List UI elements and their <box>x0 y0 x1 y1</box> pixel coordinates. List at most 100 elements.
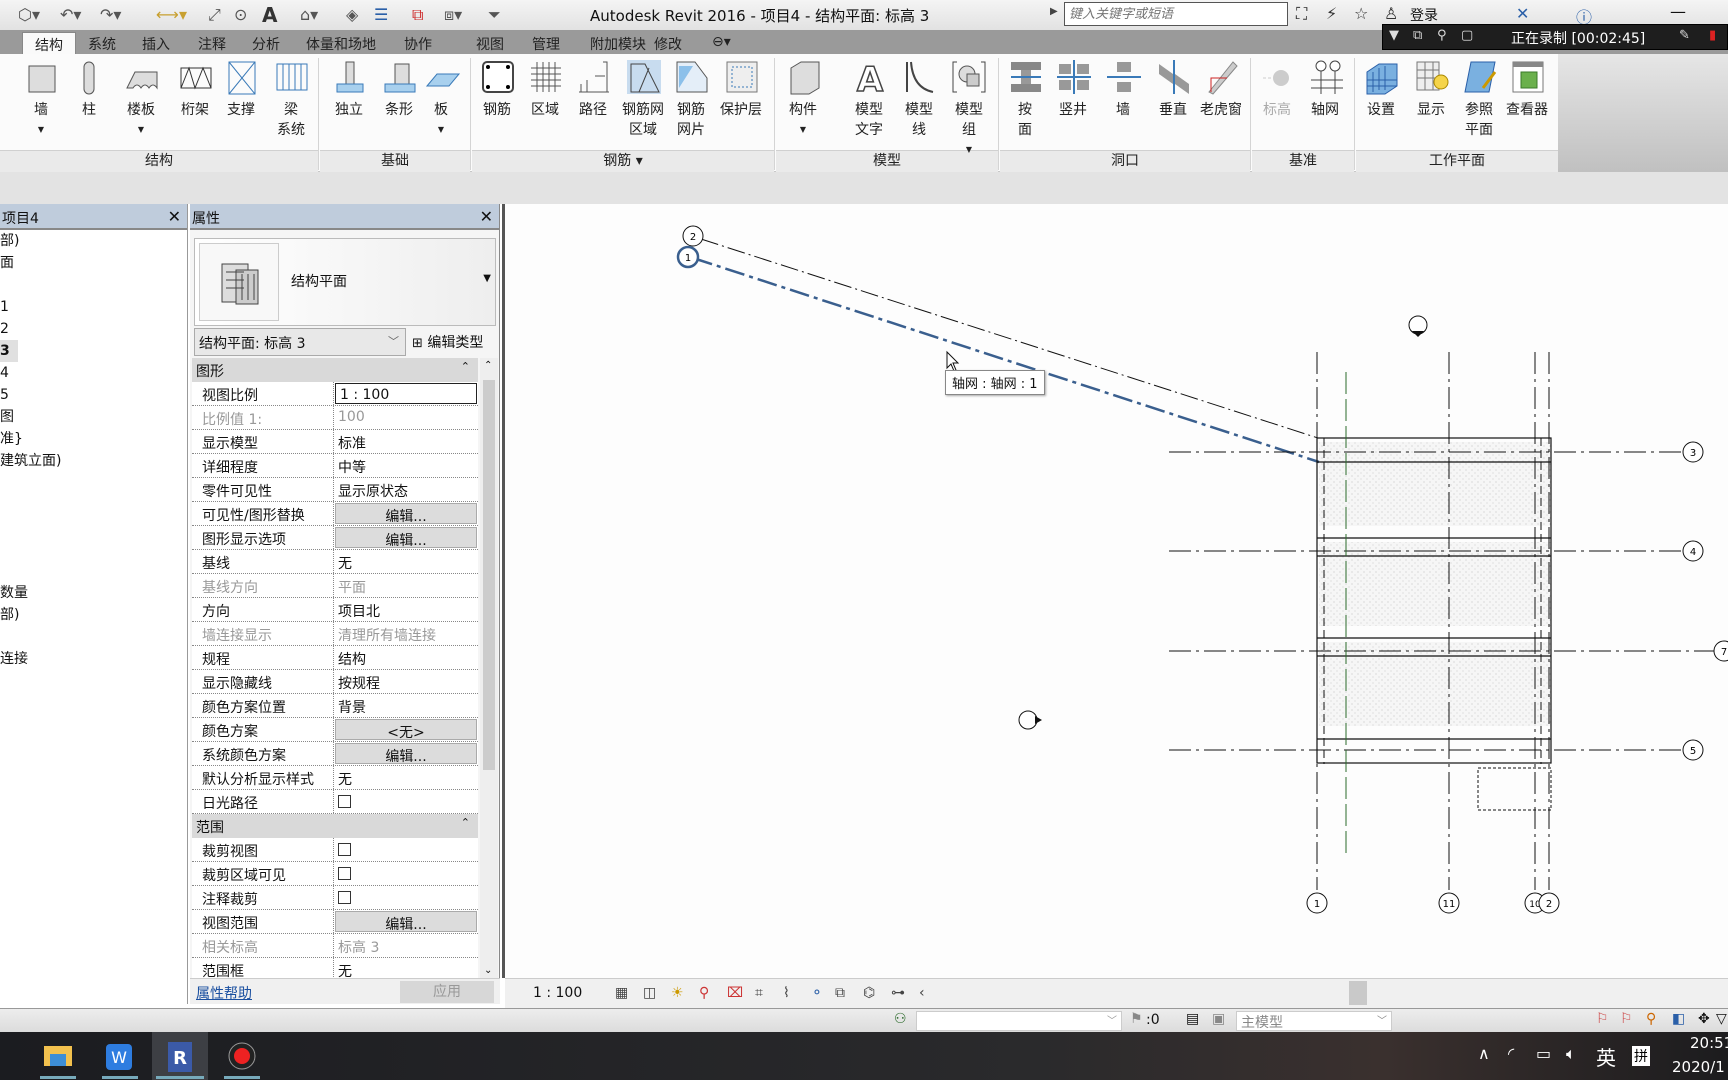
search-expand-icon[interactable]: ▶ <box>1050 6 1058 17</box>
close-icon[interactable]: ✕ <box>168 207 181 226</box>
tab-3[interactable]: 注释 <box>186 32 238 54</box>
temp-hide-icon[interactable]: ⌇ <box>783 985 790 1001</box>
edit-type-button[interactable]: ⊞ 编辑类型 <box>410 328 498 356</box>
ribbon-button-3-0[interactable]: 构件 ▼ <box>780 56 826 140</box>
checkbox[interactable] <box>338 890 351 904</box>
subscription-icon[interactable]: ⚡ <box>1326 4 1337 23</box>
property-edit-button[interactable]: 编辑... <box>335 911 477 932</box>
checkbox[interactable] <box>338 794 351 808</box>
ribbon-panel-label[interactable]: 基准 <box>1252 150 1354 172</box>
dropdown-arrow-icon[interactable]: ▼ <box>18 120 64 140</box>
login-button[interactable]: 登录 <box>1410 5 1438 25</box>
ribbon-button-3-3[interactable]: 模型组 ▼ <box>946 56 992 160</box>
apply-button[interactable]: 应用 <box>400 981 494 1003</box>
dropdown-arrow-icon[interactable]: ▼ <box>780 120 826 140</box>
detail-level-icon[interactable]: ▦ <box>615 985 628 1001</box>
ribbon-button-0-3[interactable]: 桁架 <box>172 56 218 120</box>
scroll-down-icon[interactable]: ⌄ <box>484 965 492 976</box>
browser-tree-item[interactable]: 5 <box>0 384 187 406</box>
type-selector[interactable]: 结构平面 ▼ <box>194 238 496 326</box>
property-value[interactable] <box>334 838 478 861</box>
reveal-hidden-icon[interactable]: ⚬ <box>811 985 823 1001</box>
taskbar-revit[interactable]: R <box>152 1032 208 1080</box>
property-value[interactable]: 中等 <box>334 454 478 477</box>
section-icon[interactable]: ◈ <box>346 4 358 26</box>
browser-tree-item[interactable]: 数量 <box>0 582 187 604</box>
redo-icon[interactable]: ↷▾ <box>100 4 121 26</box>
browser-tree-item[interactable]: 4 <box>0 362 187 384</box>
ribbon-panel-label[interactable]: 工作平面 <box>1356 150 1558 172</box>
horizontal-scrollbar-thumb[interactable] <box>1349 981 1367 1005</box>
select-face-icon[interactable]: ◧ <box>1672 1011 1685 1027</box>
wifi-icon[interactable]: ◜ <box>1508 1044 1514 1063</box>
properties-scrollbar[interactable]: ⌃ ⌄ <box>480 358 498 978</box>
browser-tree-item[interactable]: 部) <box>0 604 187 626</box>
properties-help-link[interactable]: 属性帮助 <box>196 983 252 1003</box>
select-underlay-icon[interactable]: ⚐ <box>1620 1011 1633 1027</box>
visual-style-icon[interactable]: ◫ <box>643 985 656 1001</box>
tab-5[interactable]: 体量和场地 <box>294 32 388 54</box>
drag-elements-icon[interactable]: ✥ <box>1698 1011 1710 1027</box>
dropdown-arrow-icon[interactable]: ▼ <box>118 120 164 140</box>
ribbon-button-1-0[interactable]: 独立 <box>326 56 372 120</box>
ribbon-button-0-0[interactable]: 墙 ▼ <box>18 56 64 140</box>
region-icon[interactable]: ▢ <box>1461 28 1473 43</box>
select-links-icon[interactable]: ⚐ <box>1596 1011 1609 1027</box>
switch-windows-icon[interactable]: ⧈▾ <box>444 4 462 26</box>
temp-view-icon[interactable]: ⧉ <box>835 985 845 1001</box>
show-crop-icon[interactable]: ⌗ <box>755 985 763 1001</box>
zoom-icon[interactable]: ⚲ <box>1437 28 1447 43</box>
ribbon-button-4-1[interactable]: 竖井 <box>1050 56 1096 120</box>
clock-time[interactable]: 20:51 <box>1690 1034 1728 1052</box>
ribbon-button-2-2[interactable]: 路径 <box>570 56 616 120</box>
filter-funnel-icon[interactable]: ▽ <box>1716 1011 1727 1027</box>
battery-icon[interactable]: ▭ <box>1536 1044 1551 1063</box>
property-edit-button[interactable]: <无> <box>335 719 477 740</box>
ribbon-button-2-1[interactable]: 区域 <box>522 56 568 120</box>
property-value[interactable]: 项目北 <box>334 598 478 621</box>
browser-tree-item[interactable] <box>0 516 187 538</box>
editable-icon[interactable]: ▣ <box>1212 1011 1225 1027</box>
property-edit-button[interactable]: 编辑... <box>335 527 477 548</box>
browser-tree-item[interactable] <box>0 538 187 560</box>
browser-tree-item[interactable] <box>0 626 187 648</box>
property-value[interactable]: 结构 <box>334 646 478 669</box>
pen-icon[interactable]: ✎ <box>1679 28 1690 43</box>
view-scale[interactable]: 1 : 100 <box>533 985 582 1001</box>
browser-tree-item[interactable]: 准} <box>0 428 187 450</box>
property-value[interactable]: 按规程 <box>334 670 478 693</box>
minimize-button[interactable]: — <box>1670 2 1686 21</box>
ribbon-button-6-3[interactable]: 查看器 <box>1504 56 1550 120</box>
window-icon[interactable]: ⧉ <box>1413 28 1422 43</box>
measure-icon[interactable]: ⟷▾ <box>156 4 187 26</box>
tab-6[interactable]: 协作 <box>392 32 444 54</box>
browser-tree-item[interactable]: 2 <box>0 318 187 340</box>
ribbon-button-1-2[interactable]: 板 ▼ <box>418 56 464 140</box>
volume-icon[interactable]: 🔈︎ <box>1566 1044 1576 1064</box>
property-value[interactable]: 标准 <box>334 430 478 453</box>
taskbar-wps[interactable]: W <box>92 1032 148 1080</box>
ribbon-button-0-4[interactable]: 支撑 <box>218 56 264 120</box>
property-value[interactable]: 显示原状态 <box>334 478 478 501</box>
clock-date[interactable]: 2020/1 <box>1672 1058 1725 1076</box>
property-value[interactable] <box>334 886 478 909</box>
ribbon-button-6-1[interactable]: 显示 <box>1408 56 1454 120</box>
ribbon-button-4-3[interactable]: 垂直 <box>1150 56 1196 120</box>
dropdown-icon[interactable]: ▼ <box>1389 28 1399 43</box>
checkbox[interactable] <box>338 866 351 880</box>
workset-dropdown[interactable]: ﹀ <box>916 1011 1122 1031</box>
browser-tree-item[interactable] <box>0 560 187 582</box>
browser-tree-item[interactable]: 部) <box>0 230 187 252</box>
ribbon-button-2-4[interactable]: 钢筋 网片 <box>668 56 714 140</box>
tab-7[interactable]: 视图 <box>464 32 516 54</box>
favorites-icon[interactable]: ☆ <box>1354 4 1368 23</box>
select-pinned-icon[interactable]: ⚲ <box>1646 1011 1656 1027</box>
browser-tree-item[interactable]: 图 <box>0 406 187 428</box>
floor-plan-drawing[interactable]: 2 1 3 4 7 5 1 11 10 2 <box>505 204 1728 978</box>
ribbon-button-5-0[interactable]: 标高 <box>1254 56 1300 120</box>
property-value[interactable]: 1 : 100 <box>335 383 477 404</box>
ribbon-panel-label[interactable]: 基础 <box>320 150 470 172</box>
tray-expand-icon[interactable]: ∧ <box>1478 1044 1490 1063</box>
tab-10[interactable]: 修改 <box>642 32 694 54</box>
browser-tree-item[interactable]: 建筑立面) <box>0 450 187 472</box>
